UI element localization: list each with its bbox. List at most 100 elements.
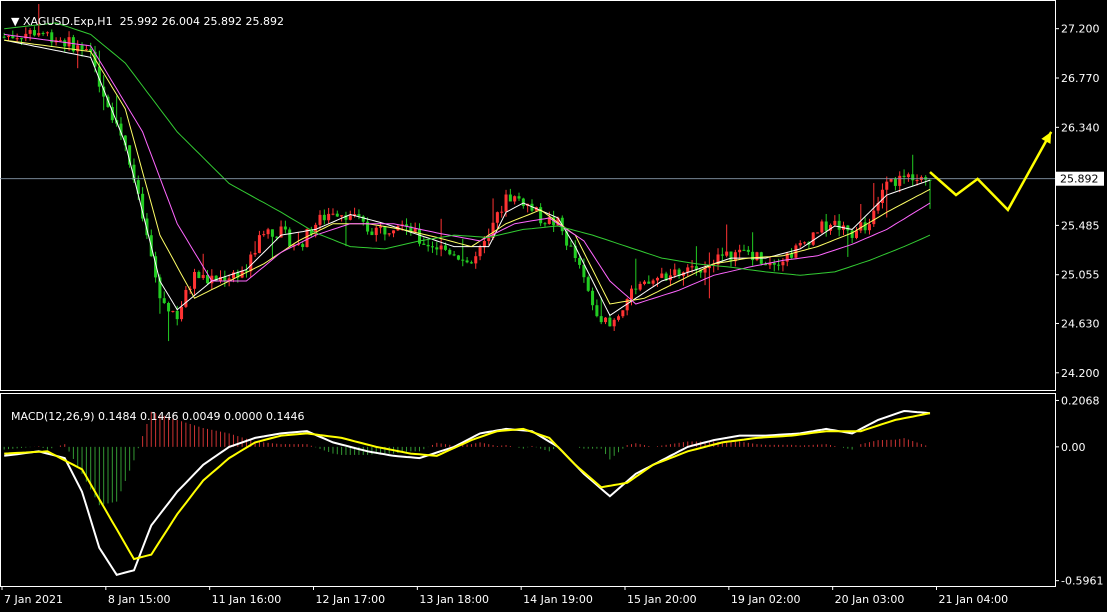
candle-body (673, 269, 677, 276)
candle-body (262, 234, 266, 236)
candle-body (504, 194, 508, 212)
candle-body (322, 214, 326, 221)
price-tick-label: 24.630 (1061, 317, 1100, 330)
candle-body (872, 210, 876, 225)
candle-body (392, 230, 396, 234)
candle-body (11, 35, 15, 39)
candle-body (67, 37, 71, 47)
candle-body (335, 213, 339, 217)
candle-body (167, 302, 171, 312)
candle-body (889, 178, 893, 182)
candle-body (253, 252, 257, 255)
candle-body (915, 180, 919, 182)
candle-body (738, 249, 742, 253)
candle-body (435, 247, 439, 250)
candle-body (647, 281, 651, 284)
candle-body (816, 232, 820, 234)
candle-body (798, 242, 802, 246)
candle-body (578, 258, 582, 265)
candle-body (729, 251, 733, 262)
moving-average-line-3 (4, 33, 931, 305)
candle-body (478, 247, 482, 257)
time-tick-label: 21 Jan 04:00 (939, 593, 1009, 606)
candle-body (508, 194, 512, 202)
macd-tick-label: -0.5961 (1061, 575, 1103, 588)
candle-body (327, 213, 331, 221)
price-tick-label: 24.200 (1061, 367, 1100, 380)
candle-body (58, 40, 62, 42)
candle-body (15, 38, 19, 40)
candle-body (288, 229, 292, 247)
candle-body (32, 30, 36, 36)
candle-body (452, 254, 456, 256)
candle-body (885, 181, 889, 190)
candle-body (824, 221, 828, 231)
candle-body (270, 229, 274, 237)
candle-body (893, 178, 897, 186)
time-tick-label: 15 Jan 20:00 (627, 593, 697, 606)
candle-body (443, 245, 447, 250)
candle-body (41, 33, 45, 35)
candle-body (720, 254, 724, 256)
candle-body (474, 256, 478, 264)
candle-body (348, 215, 352, 220)
time-tick-label: 19 Jan 02:00 (731, 593, 801, 606)
time-tick-label: 7 Jan 2021 (4, 593, 63, 606)
candle-body (331, 213, 335, 215)
candle-body (175, 310, 179, 320)
time-tick-label: 8 Jan 15:00 (108, 593, 171, 606)
candle-body (162, 298, 166, 303)
candle-body (495, 212, 499, 223)
candle-body (171, 310, 175, 312)
candle-body (604, 317, 608, 323)
candle-body (19, 38, 23, 40)
candle-body (612, 319, 616, 327)
candle-body (591, 290, 595, 306)
candle-body (820, 221, 824, 233)
candle-body (655, 277, 659, 281)
candle-body (595, 305, 599, 317)
candle-body (257, 235, 261, 253)
candle-body (513, 196, 517, 202)
macd-label: MACD(12,26,9) 0.1484 0.1446 0.0049 0.000… (11, 410, 305, 423)
candle-body (28, 30, 32, 34)
candle-body (301, 244, 305, 247)
candle-body (426, 244, 430, 247)
candle-body (184, 289, 188, 307)
candle-body (746, 249, 750, 252)
candle-body (45, 32, 49, 34)
candle-body (283, 226, 287, 230)
dropdown-triangle-icon[interactable]: ▼ (11, 15, 23, 28)
candle-body (439, 245, 443, 250)
candle-body (461, 259, 465, 261)
candle-body (413, 228, 417, 232)
candle-body (854, 230, 858, 238)
price-tick-label: 25.055 (1061, 269, 1100, 282)
candle-body (642, 281, 646, 284)
time-tick-label: 14 Jan 19:00 (523, 593, 593, 606)
candle-body (249, 254, 253, 272)
candle-body (777, 264, 781, 266)
macd-header: MACD(12,26,9) 0.1484 0.1446 0.0049 0.000… (4, 397, 304, 423)
candle-body (465, 260, 469, 263)
candle-body (781, 261, 785, 266)
candle-body (599, 316, 603, 323)
candle-body (850, 230, 854, 238)
candle-body (340, 215, 344, 217)
candle-body (690, 266, 694, 268)
macd-tick-label: 0.2068 (1061, 394, 1100, 407)
candle-body (366, 221, 370, 232)
candle-body (6, 35, 11, 37)
candle-body (266, 229, 270, 235)
candle-body (569, 245, 573, 247)
candle-body (37, 33, 41, 36)
candle-body (629, 288, 634, 300)
candle-body (448, 249, 452, 255)
candle-body (617, 316, 621, 320)
candle-body (651, 280, 655, 284)
price-pane-frame (0, 0, 1056, 391)
candle-body (621, 310, 625, 317)
symbol-header: ▼ XAGUSD.Exp,H1 25.992 26.004 25.892 25.… (4, 2, 284, 28)
candle-body (84, 49, 88, 51)
candle-body (634, 288, 638, 290)
